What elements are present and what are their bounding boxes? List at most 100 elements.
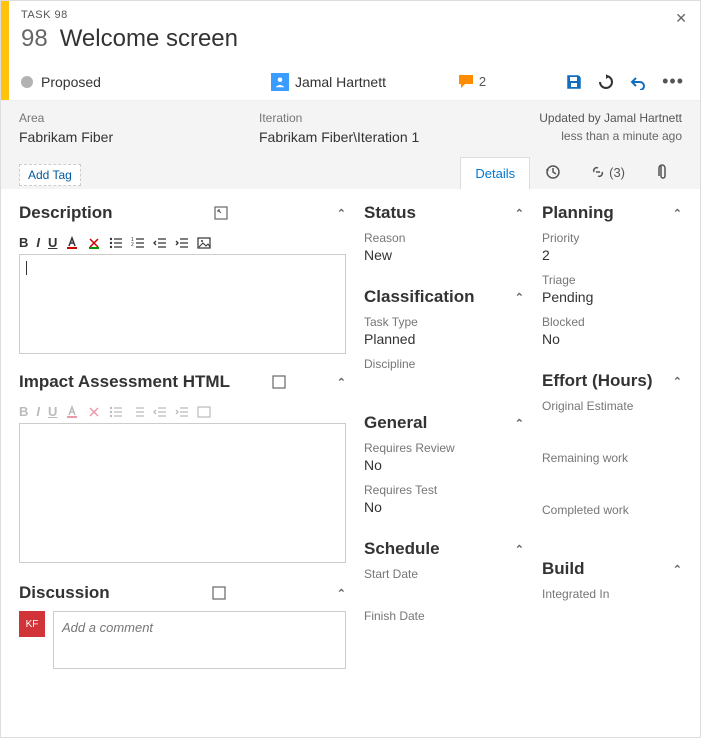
requires-test-value[interactable]: No	[364, 499, 524, 517]
collapse-icon[interactable]: ⌃	[515, 207, 524, 220]
completed-work-value[interactable]	[542, 519, 682, 537]
description-editor[interactable]	[19, 254, 346, 354]
remaining-work-value[interactable]	[542, 467, 682, 485]
outdent-icon[interactable]	[153, 405, 167, 419]
assignee-name: Jamal Hartnett	[295, 74, 386, 90]
updated-by-text: Updated by Jamal Hartnett	[539, 111, 682, 125]
font-color-icon[interactable]	[65, 236, 79, 250]
start-date-value[interactable]	[364, 583, 524, 601]
image-icon[interactable]	[197, 236, 211, 250]
collapse-icon[interactable]: ⌃	[673, 207, 682, 220]
indent-icon[interactable]	[175, 405, 189, 419]
reason-value[interactable]: New	[364, 247, 524, 265]
link-icon	[591, 165, 605, 179]
numbering-icon[interactable]: 12	[131, 236, 145, 250]
underline-button[interactable]: U	[48, 235, 57, 250]
close-button[interactable]: ✕	[675, 10, 687, 27]
undo-icon[interactable]	[630, 74, 646, 90]
impact-toolbar: B I U	[19, 400, 346, 423]
attachment-icon	[655, 164, 667, 180]
fullscreen-icon[interactable]	[272, 375, 286, 389]
blocked-label: Blocked	[542, 315, 682, 329]
comments-indicator[interactable]: 2	[459, 74, 486, 89]
bullets-icon[interactable]	[109, 236, 123, 250]
comment-icon	[459, 75, 475, 89]
remaining-work-label: Remaining work	[542, 451, 682, 465]
collapse-icon[interactable]: ⌃	[673, 375, 682, 388]
collapse-icon[interactable]: ⌃	[515, 543, 524, 556]
original-estimate-value[interactable]	[542, 415, 682, 433]
discipline-label: Discipline	[364, 357, 524, 371]
italic-button[interactable]: I	[36, 235, 40, 250]
collapse-icon[interactable]: ⌃	[337, 376, 346, 389]
impact-editor[interactable]	[19, 423, 346, 563]
bold-button[interactable]: B	[19, 235, 28, 250]
fullscreen-icon[interactable]	[212, 586, 226, 600]
collapse-icon[interactable]: ⌃	[337, 207, 346, 220]
planning-heading: Planning	[542, 203, 614, 223]
priority-value[interactable]: 2	[542, 247, 682, 265]
tasktype-label: Task Type	[364, 315, 524, 329]
blocked-value[interactable]: No	[542, 331, 682, 349]
underline-button[interactable]: U	[48, 404, 57, 419]
classification-heading: Classification	[364, 287, 475, 307]
indent-icon[interactable]	[175, 236, 189, 250]
description-heading: Description	[19, 203, 113, 223]
tab-links[interactable]: (3)	[576, 156, 640, 189]
numbering-icon[interactable]	[131, 405, 145, 419]
type-color-bar	[1, 1, 9, 100]
italic-button[interactable]: I	[36, 404, 40, 419]
requires-review-label: Requires Review	[364, 441, 524, 455]
collapse-icon[interactable]: ⌃	[515, 291, 524, 304]
task-title[interactable]: Welcome screen	[60, 25, 238, 53]
clear-format-icon[interactable]	[87, 405, 101, 419]
history-icon	[545, 164, 561, 180]
image-icon[interactable]	[197, 405, 211, 419]
collapse-icon[interactable]: ⌃	[337, 587, 346, 600]
completed-work-label: Completed work	[542, 503, 682, 517]
build-heading: Build	[542, 559, 585, 579]
refresh-icon[interactable]	[598, 74, 614, 90]
tab-attachments[interactable]	[640, 155, 682, 189]
impact-heading: Impact Assessment HTML	[19, 372, 230, 392]
more-actions-button[interactable]: •••	[662, 71, 684, 92]
reason-label: Reason	[364, 231, 524, 245]
updated-time: less than a minute ago	[539, 129, 682, 143]
assignee-field[interactable]: Jamal Hartnett	[271, 73, 386, 91]
original-estimate-label: Original Estimate	[542, 399, 682, 413]
add-tag-button[interactable]: Add Tag	[19, 164, 81, 186]
task-id: 98	[21, 25, 48, 53]
discipline-value[interactable]	[364, 373, 524, 391]
start-date-label: Start Date	[364, 567, 524, 581]
state-dropdown[interactable]: Proposed	[41, 74, 101, 90]
iteration-value[interactable]: Fabrikam Fiber\Iteration 1	[259, 129, 439, 145]
task-type-label: TASK 98	[21, 9, 684, 21]
bullets-icon[interactable]	[109, 405, 123, 419]
collapse-icon[interactable]: ⌃	[673, 563, 682, 576]
save-icon[interactable]	[566, 74, 582, 90]
comment-input[interactable]: Add a comment	[53, 611, 346, 669]
tasktype-value[interactable]: Planned	[364, 331, 524, 349]
area-value[interactable]: Fabrikam Fiber	[19, 129, 199, 145]
font-color-icon[interactable]	[65, 405, 79, 419]
fullscreen-icon[interactable]	[214, 206, 228, 220]
tab-history[interactable]	[530, 155, 576, 189]
svg-text:2: 2	[131, 242, 134, 248]
clear-format-icon[interactable]	[87, 236, 101, 250]
iteration-label: Iteration	[259, 111, 439, 125]
requires-review-value[interactable]: No	[364, 457, 524, 475]
assignee-avatar	[271, 73, 289, 91]
triage-value[interactable]: Pending	[542, 289, 682, 307]
finish-date-value[interactable]	[364, 625, 524, 643]
bold-button[interactable]: B	[19, 404, 28, 419]
finish-date-label: Finish Date	[364, 609, 524, 623]
schedule-heading: Schedule	[364, 539, 440, 559]
priority-label: Priority	[542, 231, 682, 245]
integrated-in-value[interactable]	[542, 603, 682, 621]
tab-details[interactable]: Details	[460, 157, 530, 190]
status-heading: Status	[364, 203, 416, 223]
collapse-icon[interactable]: ⌃	[515, 417, 524, 430]
outdent-icon[interactable]	[153, 236, 167, 250]
area-label: Area	[19, 111, 199, 125]
general-heading: General	[364, 413, 427, 433]
